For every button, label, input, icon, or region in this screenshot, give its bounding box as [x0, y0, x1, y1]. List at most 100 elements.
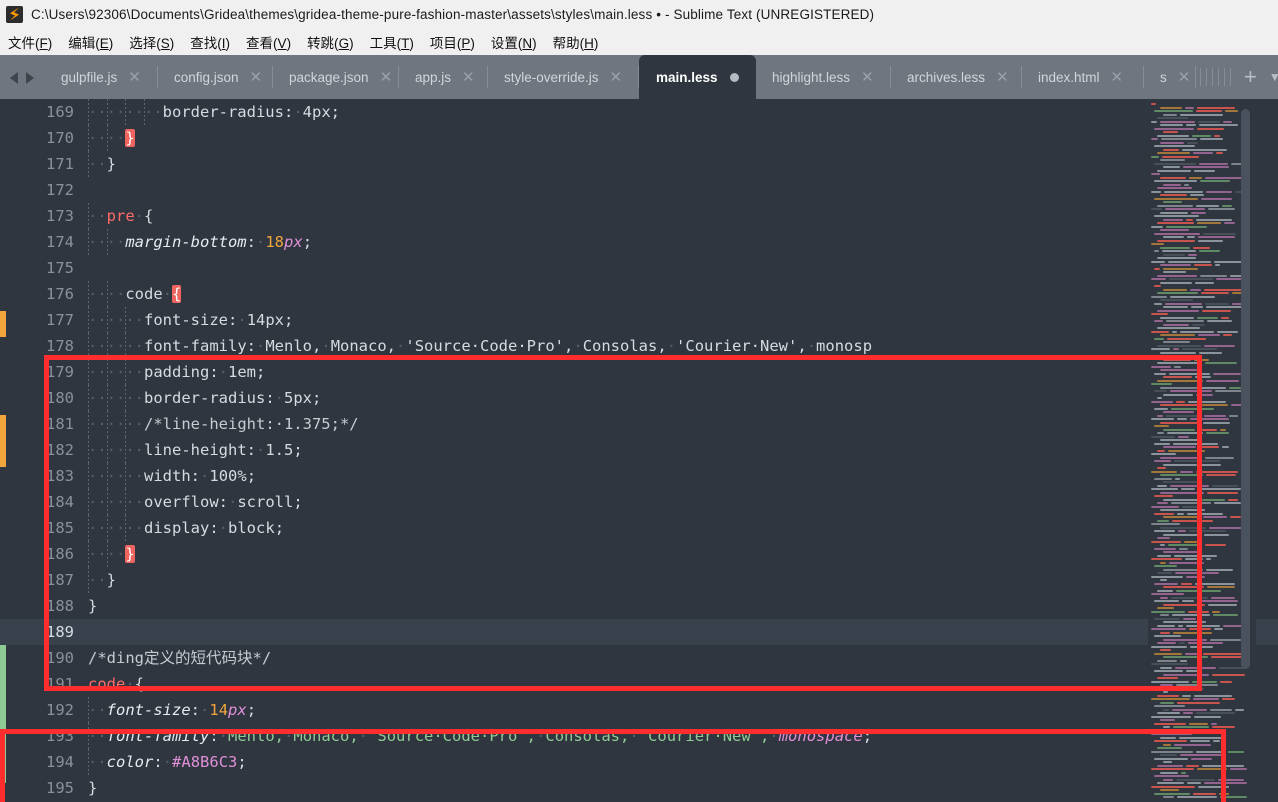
- tab-archives-less[interactable]: archives.less ✕: [891, 55, 1022, 99]
- code-line[interactable]: 175: [0, 255, 1278, 281]
- minimap[interactable]: [1148, 99, 1256, 802]
- menu-item-6[interactable]: 转跳(G): [306, 30, 355, 54]
- line-number: 184: [46, 493, 74, 511]
- minimap-line: [1160, 351, 1196, 354]
- tab-style-override-js[interactable]: style-override.js ✕: [488, 55, 639, 99]
- code-line[interactable]: 194 ··color:·#A8B6C3;: [0, 749, 1278, 775]
- chevron-down-icon[interactable]: ▼: [1269, 71, 1278, 83]
- code-line[interactable]: 184 ······overflow:·scroll;: [0, 489, 1278, 515]
- minimap-line: [1154, 215, 1199, 217]
- code-line[interactable]: 180 ······border-radius:·5px;: [0, 385, 1278, 411]
- menu-item-4[interactable]: 查找(I): [189, 30, 231, 54]
- code-line[interactable]: 192 ··font-size:·14px;: [0, 697, 1278, 723]
- close-icon[interactable]: ✕: [610, 70, 623, 85]
- tab-app-js[interactable]: app.js ✕: [399, 55, 488, 99]
- code-line[interactable]: 191 code·{: [0, 671, 1278, 697]
- tab-highlight-less[interactable]: highlight.less ✕: [756, 55, 891, 99]
- minimap-line: [1154, 792, 1190, 795]
- minimap-line: [1194, 715, 1221, 718]
- minimap-line: [1200, 274, 1227, 277]
- minimap-line: [1173, 442, 1218, 445]
- arrow-left-icon[interactable]: [10, 71, 21, 84]
- tab-index-html[interactable]: index.html ✕: [1022, 55, 1144, 99]
- code-line[interactable]: 173 ··pre·{: [0, 203, 1278, 229]
- token-dot: ·: [256, 233, 266, 251]
- code-line[interactable]: 178 ······font-family:·Menlo,·Monaco,·'So…: [0, 333, 1278, 359]
- minimap-line: [1176, 400, 1185, 403]
- token-dot: ·: [666, 337, 677, 355]
- tab-nav-arrows[interactable]: [0, 55, 45, 99]
- tab-config-json[interactable]: config.json ✕: [158, 55, 273, 99]
- close-icon[interactable]: ✕: [462, 70, 475, 85]
- whitespace-dots: ······: [88, 441, 144, 459]
- code-line[interactable]: 181 ······/*line-height:·1.375;*/: [0, 411, 1278, 437]
- minimap-line: [1169, 561, 1204, 564]
- close-icon[interactable]: ✕: [250, 70, 263, 85]
- minimap-line: [1160, 124, 1183, 126]
- close-icon[interactable]: ✕: [1111, 70, 1124, 85]
- close-icon[interactable]: ✕: [1178, 70, 1191, 85]
- tab-gulpfile-js[interactable]: gulpfile.js ✕: [45, 55, 158, 99]
- minimap-line: [1196, 712, 1235, 714]
- minimap-line: [1182, 148, 1227, 151]
- minimap-line: [1157, 204, 1193, 207]
- code-editor[interactable]: 169 ········border-radius:·4px; 170 ····} 17…: [0, 99, 1278, 802]
- close-icon[interactable]: ✕: [996, 70, 1009, 85]
- code-line[interactable]: 195}: [0, 775, 1278, 801]
- minimap-line: [1213, 372, 1241, 375]
- minimap-line: [1160, 526, 1206, 529]
- code-line[interactable]: 186 ····}: [0, 541, 1278, 567]
- minimap-line: [1160, 141, 1184, 144]
- minimap-line: [1199, 250, 1220, 252]
- minimap-line: [1160, 334, 1195, 336]
- menu-item-10[interactable]: 帮助(H): [552, 30, 600, 54]
- minimap-line: [1160, 614, 1169, 616]
- code-line[interactable]: 172: [0, 177, 1278, 203]
- token-dot: ·: [228, 493, 238, 511]
- code-line[interactable]: 188}: [0, 593, 1278, 619]
- tab-package-json[interactable]: package.json ✕: [273, 55, 399, 99]
- code-line[interactable]: 190 /*ding定义的短代码块*/: [0, 645, 1278, 671]
- menu-item-9[interactable]: 设置(N): [490, 30, 538, 54]
- menu-item-2[interactable]: 编辑(E): [67, 30, 114, 54]
- token-str: Monaco,: [330, 337, 397, 355]
- minimap-line: [1160, 194, 1187, 196]
- new-tab-button[interactable]: +: [1244, 66, 1257, 88]
- close-icon[interactable]: ✕: [380, 70, 393, 85]
- code-line[interactable]: 171 ··}: [0, 151, 1278, 177]
- menu-item-7[interactable]: 工具(T): [369, 30, 415, 54]
- tab-main-less[interactable]: main.less: [639, 55, 756, 99]
- code-line[interactable]: 187 ··}: [0, 567, 1278, 593]
- code-line[interactable]: 170 ····}: [0, 125, 1278, 151]
- code-line[interactable]: 176 ····code·{: [0, 281, 1278, 307]
- code-line[interactable]: 174 ····margin-bottom:·18px;: [0, 229, 1278, 255]
- menu-item-5[interactable]: 查看(V): [245, 30, 292, 54]
- minimap-line: [1154, 617, 1180, 620]
- menu-item-1[interactable]: 文件(F): [7, 30, 53, 54]
- minimap-line: [1206, 379, 1239, 382]
- minimap-scrollbar[interactable]: [1241, 109, 1250, 669]
- code-line[interactable]: 183 ······width:·100%;: [0, 463, 1278, 489]
- token-cmt: /*ding定义的短代码块*/: [88, 649, 272, 667]
- close-icon[interactable]: ✕: [861, 70, 874, 85]
- tab-s[interactable]: s ✕: [1144, 55, 1196, 99]
- code-line[interactable]: 189: [0, 619, 1278, 645]
- code-line[interactable]: 177 ······font-size:·14px;: [0, 307, 1278, 333]
- minimap-line: [1206, 568, 1233, 571]
- minimap-line: [1154, 425, 1169, 427]
- code-line[interactable]: 182 ······line-height:·1.5;: [0, 437, 1278, 463]
- minimap-line: [1160, 649, 1171, 651]
- code-line[interactable]: 193 ··font-family:·Menlo,·Monaco,·'Source…: [0, 723, 1278, 749]
- code-line[interactable]: 179 ······padding:·1em;: [0, 359, 1278, 385]
- minimap-line: [1154, 320, 1163, 322]
- minimap-line: [1173, 726, 1209, 728]
- code-line[interactable]: 169 ········border-radius:·4px;: [0, 99, 1278, 125]
- minimap-line: [1168, 449, 1205, 452]
- arrow-right-icon[interactable]: [25, 71, 36, 84]
- minimap-line: [1157, 274, 1197, 277]
- code-line[interactable]: 185 ······display:·block;: [0, 515, 1278, 541]
- menu-item-8[interactable]: 项目(P): [429, 30, 476, 54]
- token-dot: ·: [200, 467, 210, 485]
- close-icon[interactable]: ✕: [128, 70, 141, 85]
- menu-item-3[interactable]: 选择(S): [128, 30, 175, 54]
